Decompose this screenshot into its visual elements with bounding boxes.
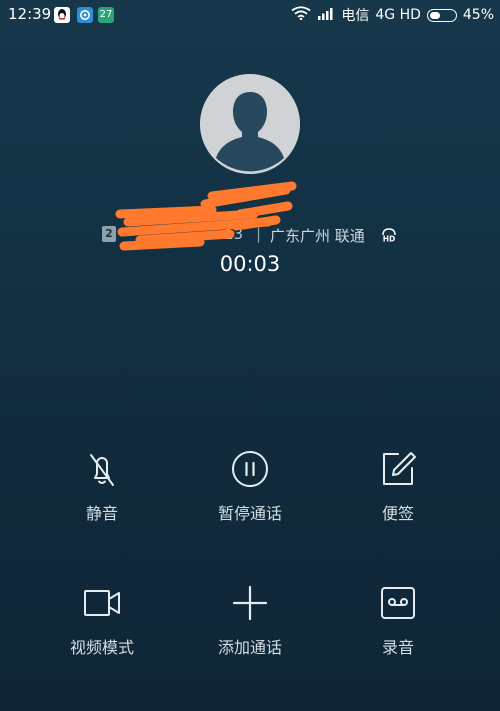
hd-voice-icon: HD (382, 228, 396, 244)
add-call-label: 添加通话 (217, 638, 282, 657)
person-icon (200, 74, 300, 174)
carrier-name: 电信 (341, 8, 370, 24)
caller-avatar (200, 74, 300, 174)
svg-text:HD: HD (383, 235, 396, 244)
signal-icon (317, 6, 335, 24)
record-button[interactable]: 录音 (338, 584, 458, 694)
note-label: 便签 (381, 504, 414, 523)
hold-call-label: 暂停通话 (217, 504, 282, 523)
sim-slot-badge: 2 (102, 226, 116, 242)
calendar-notification-icon: 27 (98, 7, 114, 23)
qq-notification-icon (54, 7, 70, 23)
hold-call-button[interactable]: 暂停通话 (190, 450, 310, 560)
plus-icon (232, 585, 268, 621)
battery-icon (426, 8, 457, 22)
video-mode-button[interactable]: 视频模式 (42, 584, 162, 694)
mute-button[interactable]: 静音 (42, 450, 162, 560)
info-separator: | (256, 225, 262, 243)
caller-location: 广东广州 联通 (270, 227, 365, 245)
network-type: 4G HD (375, 7, 421, 23)
battery-percent: 45% (462, 7, 494, 23)
status-time: 12:39 (8, 5, 52, 23)
caller-number: 13 (224, 225, 244, 243)
add-call-button[interactable]: 添加通话 (190, 584, 310, 694)
video-camera-icon (84, 590, 120, 616)
status-bar: 12:39 27 电信 4G HD 45% (0, 0, 500, 30)
mute-label: 静音 (85, 504, 118, 523)
record-label: 录音 (381, 638, 414, 657)
note-button[interactable]: 便签 (338, 450, 458, 560)
battery-fill (429, 11, 440, 19)
mic-off-icon (90, 454, 114, 486)
cassette-icon (381, 587, 415, 619)
caller-info: 2 13 | 广东广州 联通 HD (0, 222, 500, 248)
video-mode-label: 视频模式 (69, 638, 134, 657)
note-edit-icon (383, 452, 416, 485)
pause-icon (232, 451, 268, 487)
status-indicators: 电信 4G HD 45% (291, 5, 494, 25)
app-notification-icon (77, 7, 93, 23)
wifi-icon (291, 6, 311, 24)
call-duration: 00:03 (219, 252, 281, 276)
